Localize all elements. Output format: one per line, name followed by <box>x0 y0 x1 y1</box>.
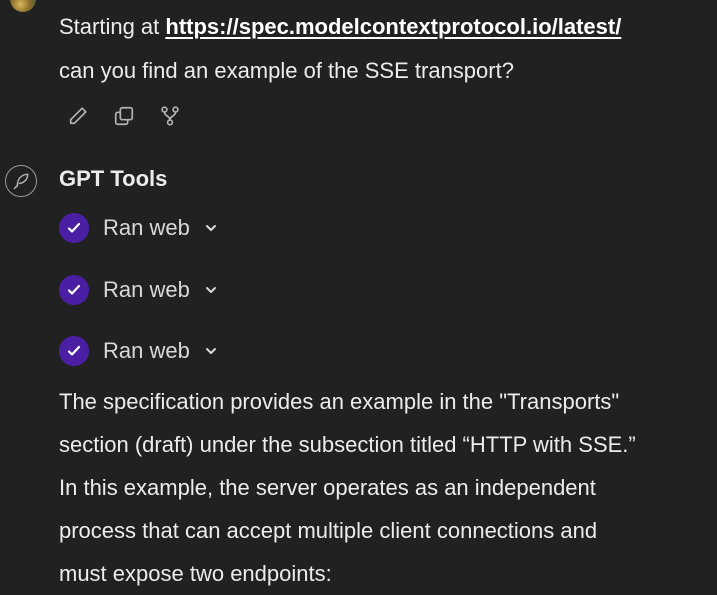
assistant-response: The specification provides an example in… <box>59 380 709 595</box>
tool-call-label: Ran web <box>103 215 190 240</box>
tool-call-label: Ran web <box>103 338 190 363</box>
chevron-down-icon <box>205 225 216 231</box>
response-line: must expose two endpoints: <box>59 561 332 586</box>
branch-button[interactable] <box>158 104 182 128</box>
check-icon <box>59 275 89 305</box>
copy-icon <box>114 106 134 126</box>
tool-call-3[interactable]: Ran web <box>59 336 218 366</box>
response-line: process that can accept multiple client … <box>59 518 598 543</box>
response-line: The specification provides an example in… <box>59 389 620 414</box>
tool-call-1[interactable]: Ran web <box>59 213 218 243</box>
user-message: Starting at https://spec.modelcontextpro… <box>59 5 709 93</box>
user-message-line2: can you find an example of the SSE trans… <box>59 58 514 83</box>
check-icon <box>59 336 89 366</box>
user-avatar <box>10 0 36 12</box>
branch-icon <box>161 106 179 126</box>
chat-page: Starting at https://spec.modelcontextpro… <box>0 0 717 595</box>
response-line: In this example, the server operates as … <box>59 475 596 500</box>
copy-button[interactable] <box>112 104 136 128</box>
pencil-icon <box>69 107 87 125</box>
chevron-down-icon <box>205 287 216 293</box>
assistant-avatar <box>5 165 37 197</box>
tool-call-2[interactable]: Ran web <box>59 275 218 305</box>
edit-button[interactable] <box>66 104 90 128</box>
chevron-down-icon <box>205 348 216 354</box>
tool-call-label: Ran web <box>103 277 190 302</box>
feather-pen-icon <box>13 173 29 190</box>
user-message-line1: Starting at https://spec.modelcontextpro… <box>59 5 709 49</box>
spec-link[interactable]: https://spec.modelcontextprotocol.io/lat… <box>165 14 621 39</box>
message-actions <box>66 104 182 128</box>
assistant-name: GPT Tools <box>59 166 168 191</box>
response-line: section (draft) under the subsection tit… <box>59 432 636 457</box>
user-message-prefix: Starting at <box>59 14 166 39</box>
check-icon <box>59 213 89 243</box>
